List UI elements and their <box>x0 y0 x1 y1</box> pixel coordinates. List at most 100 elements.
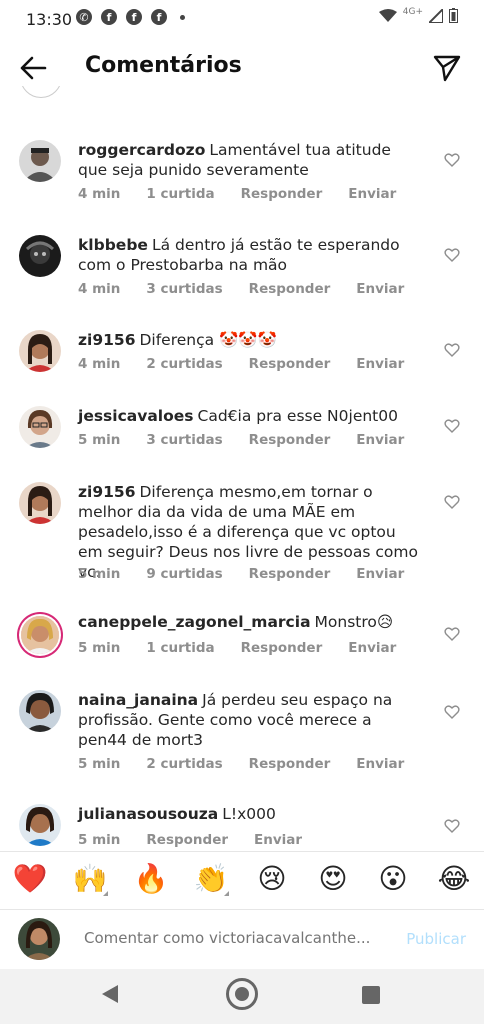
status-time: 13:30 <box>26 10 73 29</box>
send-button[interactable]: Enviar <box>356 281 404 297</box>
comment-likes[interactable]: 2 curtidas <box>146 756 222 772</box>
comment-likes[interactable]: 2 curtidas <box>146 356 222 372</box>
send-button[interactable]: Enviar <box>348 640 396 656</box>
avatar[interactable] <box>19 804 61 846</box>
comment-username[interactable]: zi9156 <box>78 331 135 349</box>
wifi-icon <box>378 8 397 22</box>
direct-send-icon[interactable] <box>432 53 462 83</box>
comment-meta: 4 min 3 curtidas Responder Enviar <box>78 281 404 297</box>
comment-username[interactable]: caneppele_zagonel_marcia <box>78 613 311 631</box>
comment-text: klbbebe Lá dentro já estão te esperando c… <box>78 235 420 275</box>
comment-text: julianasousouza L!x000 <box>78 804 420 824</box>
like-heart-icon[interactable] <box>444 342 460 358</box>
comment-username[interactable]: roggercardozo <box>78 141 205 159</box>
comment-username[interactable]: jessicavaloes <box>78 407 194 425</box>
comment-input[interactable] <box>84 929 374 947</box>
emoji-heart-eyes-button[interactable]: 😍 <box>313 862 353 896</box>
comment-text: zi9156 Diferença 🤡🤡🤡 <box>78 330 420 350</box>
nav-home-icon[interactable] <box>226 978 258 1010</box>
facebook-icon: f <box>101 9 117 25</box>
comment-text: roggercardozo Lamentável tua atitude que … <box>78 140 420 180</box>
send-button[interactable]: Enviar <box>356 432 404 448</box>
notification-icons: ✆ f f f <box>76 9 185 25</box>
emoji-heart-button[interactable]: ❤️ <box>10 862 50 896</box>
comment-meta: 5 min 1 curtida Responder Enviar <box>78 640 396 656</box>
comment-meta: 4 min 1 curtida Responder Enviar <box>78 186 396 202</box>
emoji-surprised-button[interactable]: 😮 <box>373 862 413 896</box>
emoji-clap-button[interactable]: 👏 <box>191 862 231 896</box>
avatar-with-story-ring[interactable] <box>21 616 59 654</box>
emoji-raised-hands-button[interactable]: 🙌 <box>70 862 110 896</box>
like-heart-icon[interactable] <box>444 152 460 168</box>
send-button[interactable]: Enviar <box>356 356 404 372</box>
status-bar: 13:30 ✆ f f f 4G+ <box>0 0 484 38</box>
like-heart-icon[interactable] <box>444 494 460 510</box>
avatar[interactable] <box>19 406 61 448</box>
send-button[interactable]: Enviar <box>254 832 302 848</box>
like-heart-icon[interactable] <box>444 247 460 263</box>
reply-button[interactable]: Responder <box>249 432 331 448</box>
comment-body: Diferença 🤡🤡🤡 <box>139 331 277 349</box>
comment-meta: 5 min 2 curtidas Responder Enviar <box>78 756 404 772</box>
comment-time: 5 min <box>78 432 121 448</box>
reply-button[interactable]: Responder <box>146 832 228 848</box>
skin-tone-indicator <box>224 891 229 896</box>
comment-time: 5 min <box>78 756 121 772</box>
like-heart-icon[interactable] <box>444 626 460 642</box>
emoji-fire-button[interactable]: 🔥 <box>131 862 171 896</box>
comment-meta: 5 min 3 curtidas Responder Enviar <box>78 432 404 448</box>
comment-likes[interactable]: 3 curtidas <box>146 432 222 448</box>
avatar <box>20 86 62 98</box>
reply-button[interactable]: Responder <box>249 356 331 372</box>
nav-back-icon[interactable] <box>102 985 118 1003</box>
whatsapp-icon: ✆ <box>76 9 92 25</box>
avatar[interactable] <box>19 140 61 182</box>
comment-likes[interactable]: 1 curtida <box>146 640 214 656</box>
comment-body: Cad€ia pra esse N0jent00 <box>197 407 398 425</box>
comment-time: 5 min <box>78 640 121 656</box>
like-heart-icon[interactable] <box>444 418 460 434</box>
reply-button[interactable]: Responder <box>249 756 331 772</box>
nav-recents-icon[interactable] <box>362 986 380 1004</box>
avatar[interactable] <box>19 235 61 277</box>
facebook-icon: f <box>151 9 167 25</box>
reply-button[interactable]: Responder <box>249 281 331 297</box>
comment-text: jessicavaloes Cad€ia pra esse N0jent00 <box>78 406 420 426</box>
comment-likes[interactable]: 9 curtidas <box>146 566 222 582</box>
comment-likes[interactable]: 3 curtidas <box>146 281 222 297</box>
previous-comment-partial <box>0 86 484 106</box>
comment-time: 5 min <box>78 566 121 582</box>
reply-button[interactable]: Responder <box>241 640 323 656</box>
comment-username[interactable]: naina_janaina <box>78 691 198 709</box>
avatar[interactable] <box>19 690 61 732</box>
status-right-icons: 4G+ <box>378 6 458 23</box>
comment-likes[interactable]: 1 curtida <box>146 186 214 202</box>
send-button[interactable]: Enviar <box>348 186 396 202</box>
comment-body: L!x000 <box>222 805 276 823</box>
publish-button[interactable]: Publicar <box>406 930 466 948</box>
emoji-quick-bar: ❤️ 🙌 🔥 👏 😢 😍 😮 😂 <box>0 851 484 910</box>
more-notifications-dot <box>180 14 185 20</box>
like-heart-icon[interactable] <box>444 818 460 834</box>
comment-username[interactable]: klbbebe <box>78 236 148 254</box>
send-button[interactable]: Enviar <box>356 566 404 582</box>
comment-meta: 4 min 2 curtidas Responder Enviar <box>78 356 404 372</box>
back-arrow-icon[interactable] <box>18 53 48 83</box>
emoji-crying-button[interactable]: 😢 <box>252 862 292 896</box>
avatar[interactable] <box>19 330 61 372</box>
network-type: 4G+ <box>402 6 423 17</box>
like-heart-icon[interactable] <box>444 704 460 720</box>
reply-button[interactable]: Responder <box>249 566 331 582</box>
avatar[interactable] <box>19 482 61 524</box>
comment-time: 4 min <box>78 356 121 372</box>
comment-username[interactable]: zi9156 <box>78 483 135 501</box>
comment-username[interactable]: julianasousouza <box>78 805 218 823</box>
comment-text: naina_janaina Já perdeu seu espaço na pro… <box>78 690 420 750</box>
emoji-laughing-button[interactable]: 😂 <box>434 862 474 896</box>
comment-body: Monstro😥 <box>314 613 394 631</box>
send-button[interactable]: Enviar <box>356 756 404 772</box>
reply-button[interactable]: Responder <box>241 186 323 202</box>
comment-meta: 5 min Responder Enviar <box>78 832 302 848</box>
comment-composer: Publicar <box>0 909 484 970</box>
comment-meta: 5 min 9 curtidas Responder Enviar <box>78 566 404 582</box>
